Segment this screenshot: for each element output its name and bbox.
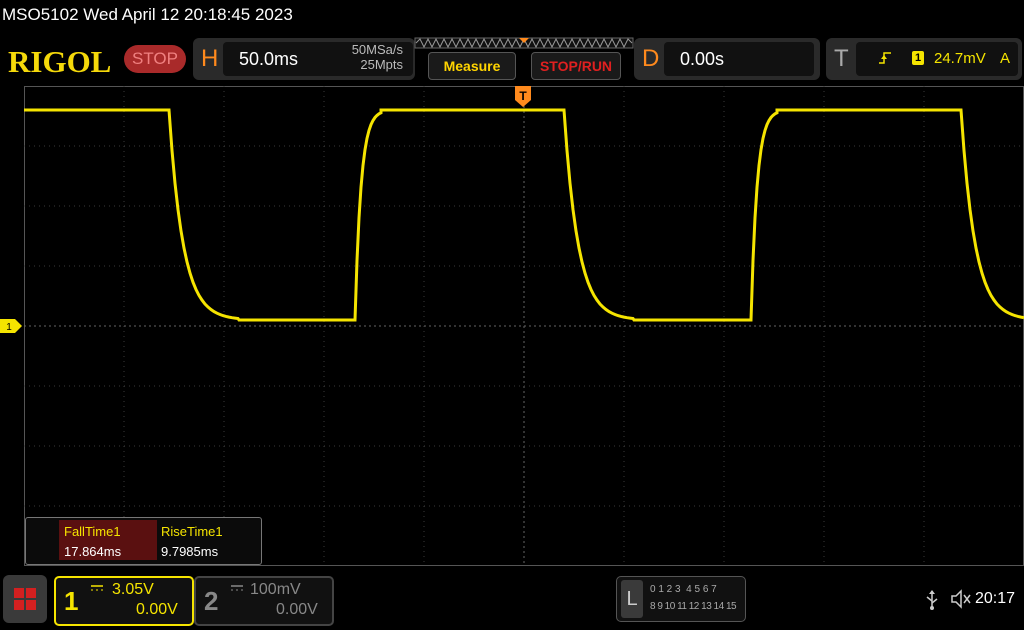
speaker-muted-icon[interactable] <box>950 589 972 609</box>
measure-button[interactable]: Measure <box>428 52 516 80</box>
menu-grid-icon <box>14 588 36 610</box>
delay-letter: D <box>642 45 660 72</box>
rising-edge-icon <box>879 52 891 64</box>
stop-run-button[interactable]: STOP/RUN <box>531 52 621 80</box>
rigol-logo: RIGOL <box>8 44 112 79</box>
measurement-panel[interactable]: FallTime1 17.864ms RiseTime1 9.7985ms <box>25 517 262 565</box>
channel1-offset: 0.00V <box>136 601 178 618</box>
dc-coupling-icon <box>91 585 103 591</box>
channel2-offset: 0.00V <box>276 601 318 618</box>
channel1-scale: 3.05V <box>112 581 154 598</box>
fall-time-value: 17.864ms <box>64 544 122 559</box>
trigger-marker-label: T <box>519 89 527 103</box>
main-menu-button[interactable] <box>3 575 47 623</box>
channel2-scale: 100mV <box>250 581 301 598</box>
rise-time-value: 9.7985ms <box>161 544 219 559</box>
delay-value: 0.00s <box>680 49 725 69</box>
channel1-offset-marker[interactable]: 1 <box>0 319 23 334</box>
clock: 20:17 <box>975 590 1016 607</box>
rise-time-label: RiseTime1 <box>161 524 223 539</box>
dc-coupling-icon <box>231 585 243 591</box>
delay-panel[interactable]: D 0.00s <box>634 38 820 80</box>
usb-icon <box>926 590 938 610</box>
title-text: MSO5102 Wed April 12 20:18:45 2023 <box>2 5 293 24</box>
trigger-level: 24.7mV <box>934 50 986 67</box>
trigger-letter: T <box>834 45 849 72</box>
horizontal-panel[interactable]: H 50.0ms 50MSa/s 25Mpts <box>193 38 415 80</box>
channel1-number: 1 <box>64 586 79 616</box>
channel2-box[interactable]: 2 100mV 0.00V <box>194 576 334 626</box>
logic-channels-high: 8 9 10 11 12 13 14 15 <box>650 601 737 612</box>
memory-depth: 25Mpts <box>360 57 403 72</box>
logic-letter: L <box>621 580 643 618</box>
memory-position-bar <box>414 37 634 49</box>
logic-analyzer-box[interactable]: L 0 1 2 3 4 5 6 7 8 9 10 11 12 13 14 15 <box>616 576 746 622</box>
trigger-time-marker[interactable]: T <box>515 86 531 108</box>
waveform-display[interactable] <box>24 86 1024 566</box>
channel2-number: 2 <box>204 586 219 616</box>
trigger-mode: A <box>1000 50 1011 67</box>
channel1-marker-label: 1 <box>6 322 12 333</box>
timebase-value: 50.0ms <box>239 49 299 69</box>
sample-rate: 50MSa/s <box>351 42 403 57</box>
trigger-source-badge: 1 <box>912 51 924 65</box>
channel1-box[interactable]: 1 3.05V 0.00V <box>54 576 194 626</box>
trigger-panel[interactable]: T 1 24.7mV A <box>826 38 1022 80</box>
fall-time-label: FallTime1 <box>64 524 121 539</box>
stop-button[interactable]: STOP <box>124 45 186 73</box>
title-bar: MSO5102 Wed April 12 20:18:45 2023 <box>0 0 1024 30</box>
logic-channels-low: 0 1 2 3 4 5 6 7 <box>650 584 717 595</box>
horizontal-letter: H <box>201 45 219 72</box>
